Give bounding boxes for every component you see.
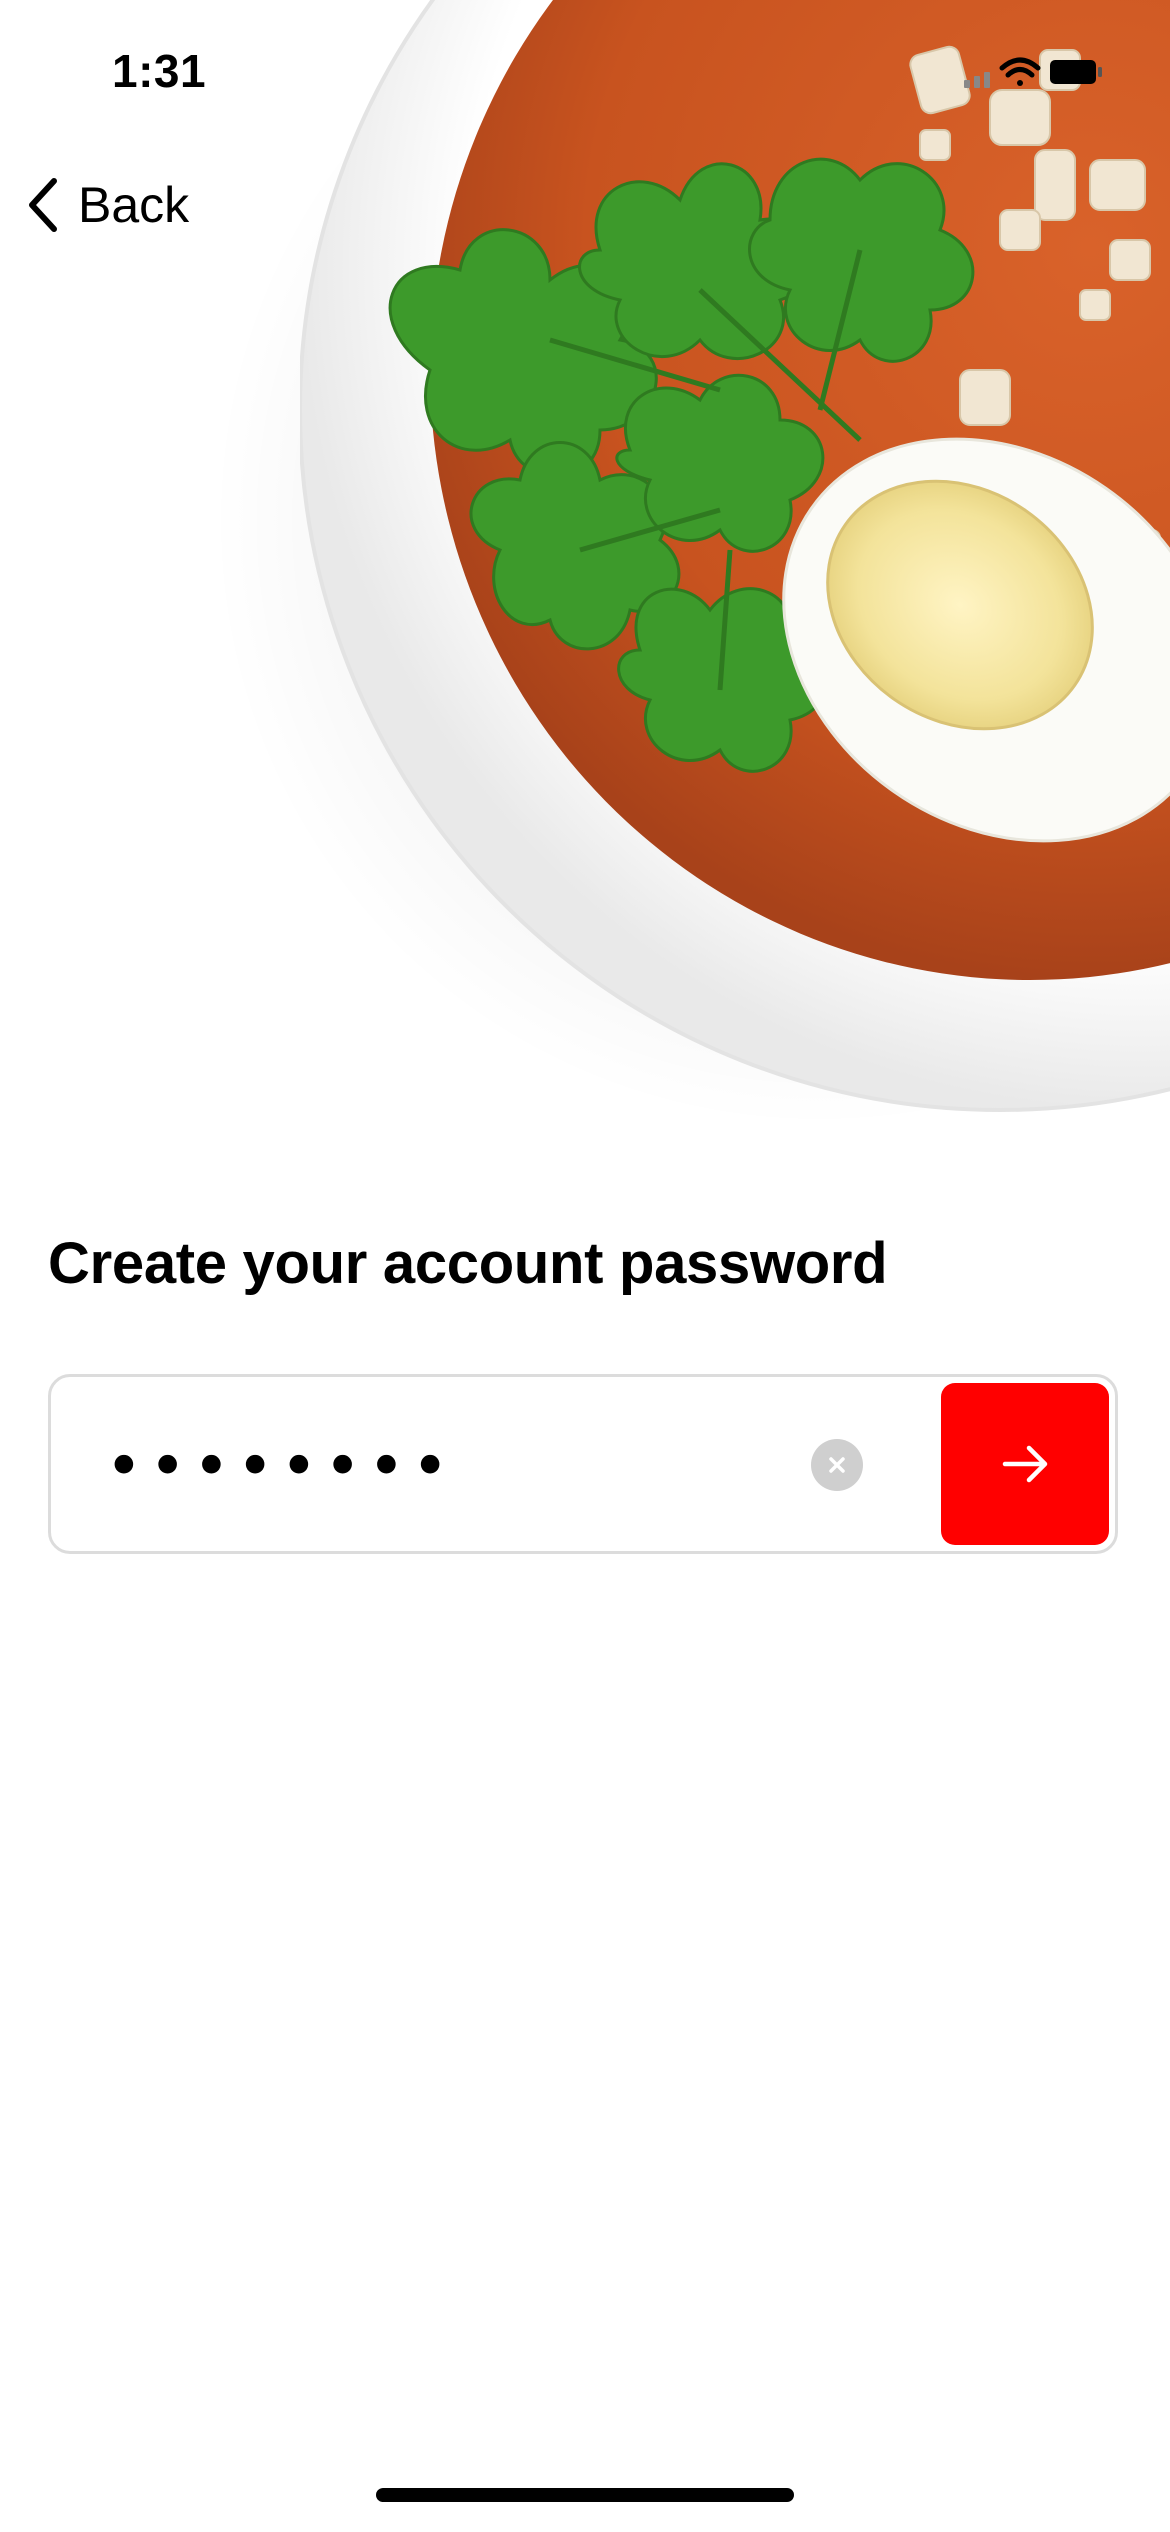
clear-icon — [829, 1457, 845, 1473]
back-button[interactable]: Back — [24, 170, 189, 240]
password-field[interactable]: •••••••• — [48, 1374, 1118, 1554]
status-icons — [964, 57, 1102, 88]
page-title: Create your account password — [48, 1231, 888, 1296]
password-value[interactable]: •••••••• — [105, 1427, 455, 1507]
home-indicator — [376, 2488, 794, 2502]
status-bar: 1:31 — [0, 0, 1170, 150]
clear-button[interactable] — [811, 1439, 863, 1491]
arrow-right-icon — [1002, 1445, 1048, 1483]
chevron-left-icon — [29, 178, 57, 232]
soup-bowl-image — [300, 0, 1170, 1112]
status-time: 1:31 — [112, 45, 207, 97]
battery-icon — [1050, 60, 1102, 84]
wifi-icon — [999, 57, 1041, 86]
submit-button[interactable] — [941, 1383, 1109, 1545]
signal-icon — [964, 72, 990, 88]
back-label: Back — [78, 177, 190, 233]
